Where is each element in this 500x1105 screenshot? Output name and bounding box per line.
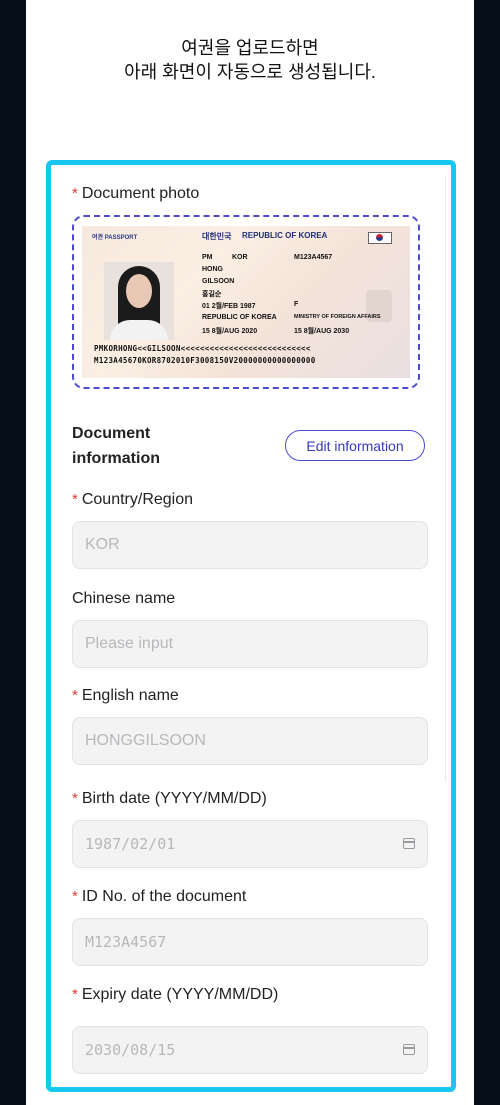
passport-issue-date: 15 8월/AUG 2020	[202, 328, 258, 335]
chinese-name-input[interactable]: Please input	[72, 620, 428, 668]
passport-surname: HONG	[202, 266, 223, 273]
passport-name-kr: 홍길순	[202, 291, 222, 298]
passport-sex: F	[294, 301, 299, 308]
passport-country-kr: 대한민국	[202, 232, 232, 241]
birth-date-label: * Birth date (YYYY/MM/DD)	[72, 790, 267, 807]
required-mark: *	[72, 185, 78, 202]
document-photo-label: * Document photo	[72, 185, 200, 202]
intro-text: 여권을 업로드하면 아래 화면이 자동으로 생성됩니다.	[26, 36, 474, 84]
chinese-name-label: Chinese name	[72, 590, 176, 607]
passport-image: 여권 PASSPORT 대한민국 REPUBLIC OF KOREA PM KO…	[82, 226, 410, 378]
calendar-icon[interactable]	[403, 1044, 415, 1055]
passport-mrz-line-1: PMKORHONG<<GILSOON<<<<<<<<<<<<<<<<<<<<<<…	[94, 344, 311, 353]
passport-country-en: REPUBLIC OF KOREA	[242, 231, 328, 240]
id-number-field[interactable]: M123A4567	[72, 918, 428, 966]
expiry-date-label: * Expiry date (YYYY/MM/DD)	[72, 986, 279, 1003]
id-number-label: * ID No. of the document	[72, 888, 247, 905]
passport-given-names: GILSOON	[202, 278, 235, 285]
edit-information-button[interactable]: Edit information	[285, 430, 425, 461]
passport-expiry-date: 15 8월/AUG 2030	[294, 328, 350, 335]
document-photo-upload[interactable]: 여권 PASSPORT 대한민국 REPUBLIC OF KOREA PM KO…	[72, 215, 420, 389]
korea-flag-icon	[368, 232, 392, 244]
passport-authority: MINISTRY OF FOREIGN AFFAIRS	[294, 314, 381, 320]
passport-mrz-line-2: M123A45670KOR8702010F3008150V20000000000…	[94, 356, 316, 365]
intro-line-1: 여권을 업로드하면	[181, 38, 319, 58]
passport-nationality: REPUBLIC OF KOREA	[202, 314, 277, 321]
country-region-field[interactable]: KOR	[72, 521, 428, 569]
passport-holder-photo	[104, 262, 174, 340]
passport-number: M123A4567	[294, 254, 333, 261]
expiry-date-field[interactable]: 2030/08/15	[72, 1026, 428, 1074]
intro-line-2: 아래 화면이 자동으로 생성됩니다.	[124, 62, 376, 82]
form-highlight-frame: * Document photo 여권 PASSPORT 대한민국 REPUBLI…	[46, 160, 456, 1092]
document-information-title: Document information	[72, 425, 160, 467]
english-name-field[interactable]: HONGGILSOON	[72, 717, 428, 765]
passport-header-left: 여권 PASSPORT	[92, 235, 138, 241]
passport-birth-date: 01 2월/FEB 1987	[202, 303, 256, 310]
expiry-date-value: 2030/08/15	[85, 1041, 176, 1059]
birth-date-field[interactable]: 1987/02/01	[72, 820, 428, 868]
scrollbar-track	[445, 177, 446, 782]
passport-type: PM	[202, 254, 213, 261]
mobile-screen: 여권을 업로드하면 아래 화면이 자동으로 생성됩니다. * Document p…	[26, 0, 474, 1105]
country-region-label: * Country/Region	[72, 491, 194, 508]
birth-date-value: 1987/02/01	[85, 835, 176, 853]
english-name-label: * English name	[72, 687, 179, 704]
passport-issuing-country: KOR	[232, 254, 248, 261]
calendar-icon[interactable]	[403, 838, 415, 849]
